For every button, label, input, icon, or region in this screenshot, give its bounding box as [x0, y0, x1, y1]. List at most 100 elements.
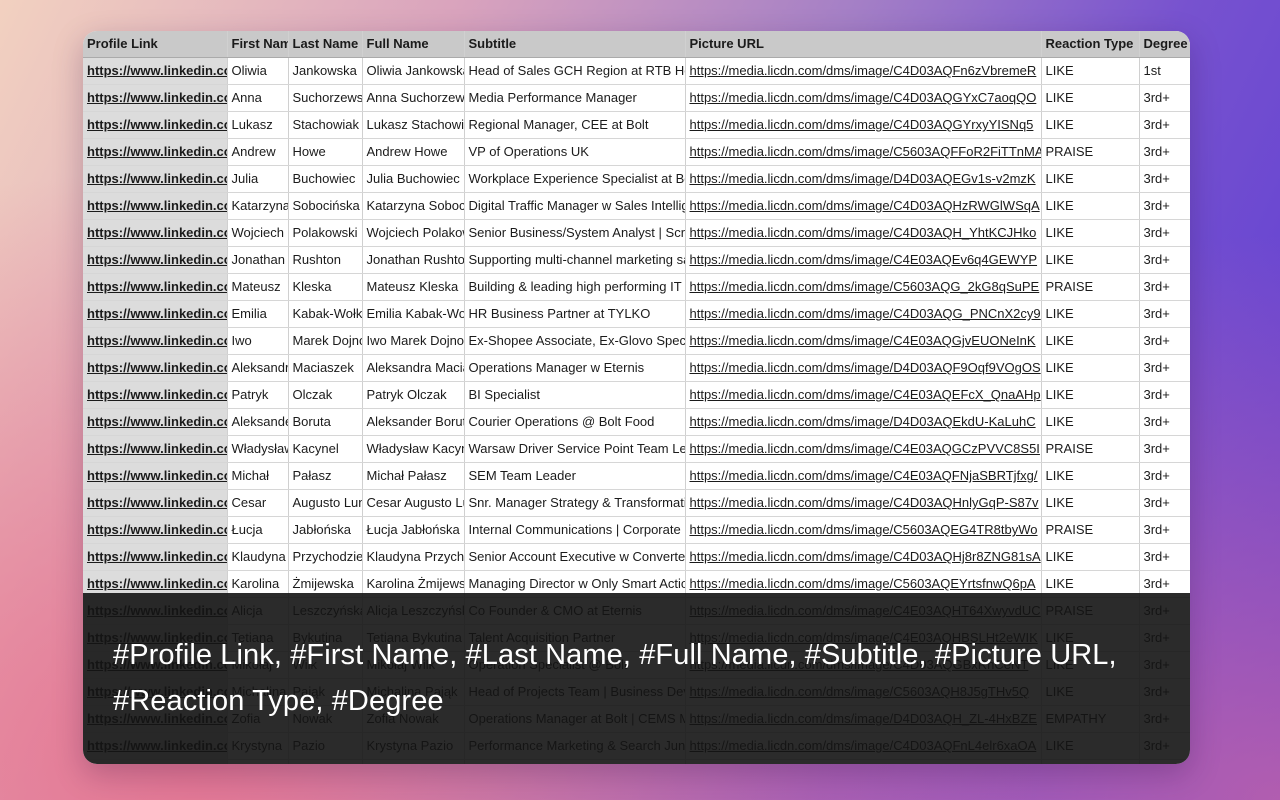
reaction-type-cell: LIKE	[1041, 246, 1140, 274]
picture-url-cell[interactable]: https://media.licdn.com/dms/image/C4D03A…	[685, 57, 1042, 85]
table-row[interactable]: https://www.linkedin.comWładysławKacynel…	[83, 435, 1190, 463]
profile-link-cell[interactable]: https://www.linkedin.com	[83, 354, 228, 382]
picture-url-cell[interactable]: https://media.licdn.com/dms/image/C4E03A…	[685, 246, 1042, 274]
picture-url-cell[interactable]: https://media.licdn.com/dms/image/C4E03A…	[685, 462, 1042, 490]
full-name-cell: Aleksander Boruta	[362, 408, 465, 436]
subtitle-cell: Warsaw Driver Service Point Team Lead	[464, 435, 686, 463]
profile-link-cell[interactable]: https://www.linkedin.com	[83, 543, 228, 571]
degree-cell: 3rd+	[1139, 246, 1190, 274]
table-row[interactable]: https://www.linkedin.comŁucjaJabłońskaŁu…	[83, 516, 1190, 544]
subtitle-cell: Building & leading high performing IT te…	[464, 273, 686, 301]
reaction-type-cell: LIKE	[1041, 489, 1140, 517]
profile-link-cell[interactable]: https://www.linkedin.com	[83, 489, 228, 517]
table-row[interactable]: https://www.linkedin.comJuliaBuchowiecJu…	[83, 165, 1190, 193]
profile-link-cell[interactable]: https://www.linkedin.com	[83, 84, 228, 112]
reaction-type-cell: LIKE	[1041, 57, 1140, 85]
profile-link-cell[interactable]: https://www.linkedin.com	[83, 300, 228, 328]
last-name-cell: Buchowiec	[288, 165, 363, 193]
picture-url-cell[interactable]: https://media.licdn.com/dms/image/C4D03A…	[685, 543, 1042, 571]
picture-url-cell[interactable]: https://media.licdn.com/dms/image/C4D03A…	[685, 219, 1042, 247]
profile-link-cell[interactable]: https://www.linkedin.com	[83, 435, 228, 463]
reaction-type-cell: LIKE	[1041, 192, 1140, 220]
last-name-cell: Olczak	[288, 381, 363, 409]
column-header-picture-url[interactable]: Picture URL	[685, 31, 1042, 58]
column-header-degree[interactable]: Degree	[1139, 31, 1190, 58]
picture-url-cell[interactable]: https://media.licdn.com/dms/image/C4D03A…	[685, 192, 1042, 220]
picture-url-cell[interactable]: https://media.licdn.com/dms/image/C4D03A…	[685, 489, 1042, 517]
table-row[interactable]: https://www.linkedin.comKatarzynaSobociń…	[83, 192, 1190, 220]
picture-url-cell[interactable]: https://media.licdn.com/dms/image/C4E03A…	[685, 327, 1042, 355]
profile-link-cell[interactable]: https://www.linkedin.com	[83, 111, 228, 139]
reaction-type-cell: LIKE	[1041, 219, 1140, 247]
profile-link-cell[interactable]: https://www.linkedin.com	[83, 57, 228, 85]
table-row[interactable]: https://www.linkedin.comKlaudynaPrzychod…	[83, 543, 1190, 571]
profile-link-cell[interactable]: https://www.linkedin.com	[83, 138, 228, 166]
reaction-type-cell: LIKE	[1041, 327, 1140, 355]
picture-url-cell[interactable]: https://media.licdn.com/dms/image/C5603A…	[685, 273, 1042, 301]
table-row[interactable]: https://www.linkedin.comIwoMarek DojnowI…	[83, 327, 1190, 355]
caption-text: #Profile Link, #First Name, #Last Name, …	[113, 639, 1117, 717]
picture-url-cell[interactable]: https://media.licdn.com/dms/image/C5603A…	[685, 138, 1042, 166]
reaction-type-cell: PRAISE	[1041, 138, 1140, 166]
table-row[interactable]: https://www.linkedin.comWojciechPolakows…	[83, 219, 1190, 247]
table-row[interactable]: https://www.linkedin.comEmiliaKabak-Wołk…	[83, 300, 1190, 328]
column-header-first-name[interactable]: First Name	[227, 31, 289, 58]
profile-link-cell[interactable]: https://www.linkedin.com	[83, 192, 228, 220]
last-name-cell: Marek Dojnow	[288, 327, 363, 355]
column-header-reaction-type[interactable]: Reaction Type	[1041, 31, 1140, 58]
last-name-cell: Kabak-Wołk	[288, 300, 363, 328]
last-name-cell: Maciaszek	[288, 354, 363, 382]
picture-url-cell[interactable]: https://media.licdn.com/dms/image/C4D03A…	[685, 300, 1042, 328]
full-name-cell: Łucja Jabłońska	[362, 516, 465, 544]
column-header-full-name[interactable]: Full Name	[362, 31, 465, 58]
subtitle-cell: Senior Account Executive w Convertex	[464, 543, 686, 571]
last-name-cell: Jabłońska	[288, 516, 363, 544]
first-name-cell: Michał	[227, 462, 289, 490]
column-header-subtitle[interactable]: Subtitle	[464, 31, 686, 58]
picture-url-cell[interactable]: https://media.licdn.com/dms/image/D4D03A…	[685, 165, 1042, 193]
column-header-last-name[interactable]: Last Name	[288, 31, 363, 58]
profile-link-cell[interactable]: https://www.linkedin.com	[83, 327, 228, 355]
degree-cell: 3rd+	[1139, 435, 1190, 463]
profile-link-cell[interactable]: https://www.linkedin.com	[83, 246, 228, 274]
first-name-cell: Anna	[227, 84, 289, 112]
table-row[interactable]: https://www.linkedin.comCesarAugusto Lun…	[83, 489, 1190, 517]
reaction-type-cell: LIKE	[1041, 84, 1140, 112]
table-row[interactable]: https://www.linkedin.comAnnaSuchorzewska…	[83, 84, 1190, 112]
profile-link-cell[interactable]: https://www.linkedin.com	[83, 462, 228, 490]
last-name-cell: Polakowski	[288, 219, 363, 247]
picture-url-cell[interactable]: https://media.licdn.com/dms/image/D4D03A…	[685, 408, 1042, 436]
full-name-cell: Andrew Howe	[362, 138, 465, 166]
profile-link-cell[interactable]: https://www.linkedin.com	[83, 516, 228, 544]
table-row[interactable]: https://www.linkedin.comMateuszKleskaMat…	[83, 273, 1190, 301]
degree-cell: 3rd+	[1139, 138, 1190, 166]
last-name-cell: Sobocińska	[288, 192, 363, 220]
first-name-cell: Mateusz	[227, 273, 289, 301]
profile-link-cell[interactable]: https://www.linkedin.com	[83, 165, 228, 193]
degree-cell: 3rd+	[1139, 165, 1190, 193]
table-row[interactable]: https://www.linkedin.comAndrewHoweAndrew…	[83, 138, 1190, 166]
profile-link-cell[interactable]: https://www.linkedin.com	[83, 273, 228, 301]
picture-url-cell[interactable]: https://media.licdn.com/dms/image/C4D03A…	[685, 111, 1042, 139]
profile-link-cell[interactable]: https://www.linkedin.com	[83, 219, 228, 247]
picture-url-cell[interactable]: https://media.licdn.com/dms/image/C4E03A…	[685, 381, 1042, 409]
column-header-profile-link[interactable]: Profile Link	[83, 31, 228, 58]
table-row[interactable]: https://www.linkedin.comAleksandraMacias…	[83, 354, 1190, 382]
table-row[interactable]: https://www.linkedin.comAleksanderBoruta…	[83, 408, 1190, 436]
full-name-cell: Michał Pałasz	[362, 462, 465, 490]
table-row[interactable]: https://www.linkedin.comOliwiaJankowskaO…	[83, 57, 1190, 85]
picture-url-cell[interactable]: https://media.licdn.com/dms/image/C4E03A…	[685, 435, 1042, 463]
picture-url-cell[interactable]: https://media.licdn.com/dms/image/D4D03A…	[685, 354, 1042, 382]
picture-url-cell[interactable]: https://media.licdn.com/dms/image/C5603A…	[685, 516, 1042, 544]
full-name-cell: Mateusz Kleska	[362, 273, 465, 301]
table-row[interactable]: https://www.linkedin.comJonathanRushtonJ…	[83, 246, 1190, 274]
profile-link-cell[interactable]: https://www.linkedin.com	[83, 381, 228, 409]
table-row[interactable]: https://www.linkedin.comPatrykOlczakPatr…	[83, 381, 1190, 409]
table-row[interactable]: https://www.linkedin.comMichałPałaszMich…	[83, 462, 1190, 490]
table-row[interactable]: https://www.linkedin.comLukaszStachowiak…	[83, 111, 1190, 139]
reaction-type-cell: PRAISE	[1041, 516, 1140, 544]
picture-url-cell[interactable]: https://media.licdn.com/dms/image/C4D03A…	[685, 84, 1042, 112]
full-name-cell: Patryk Olczak	[362, 381, 465, 409]
degree-cell: 3rd+	[1139, 219, 1190, 247]
profile-link-cell[interactable]: https://www.linkedin.com	[83, 408, 228, 436]
